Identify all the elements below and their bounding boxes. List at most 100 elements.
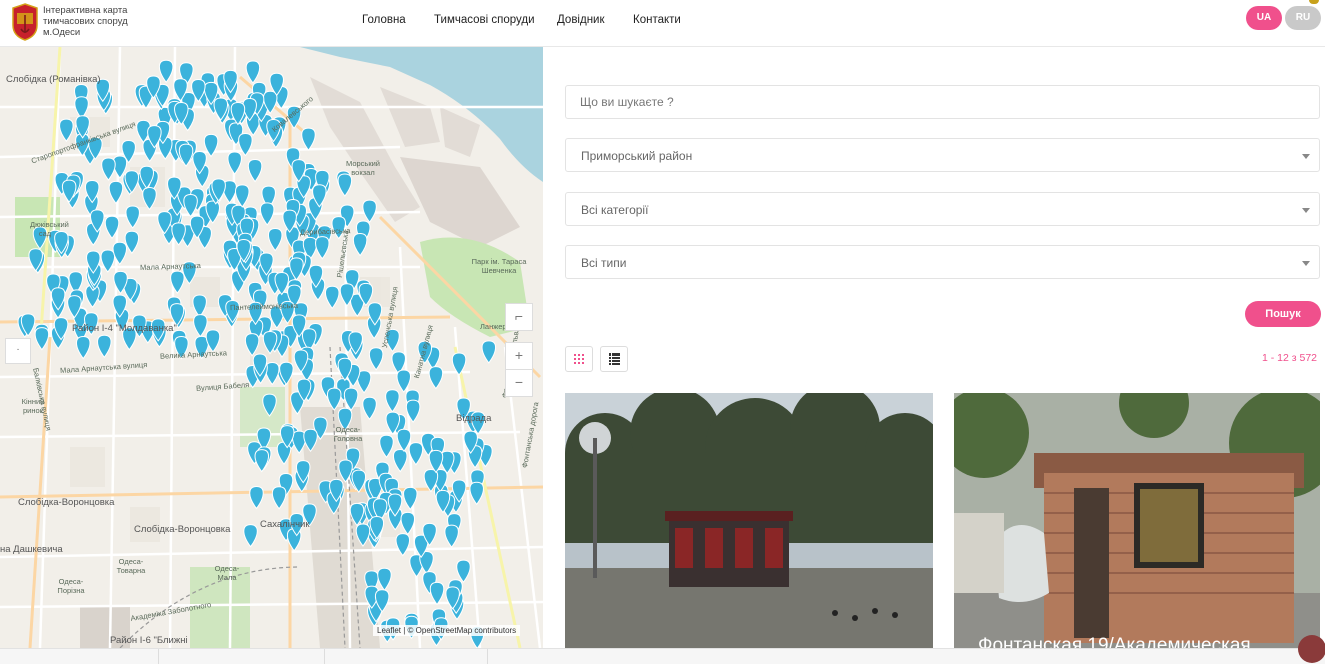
map-marker-pin[interactable] bbox=[337, 173, 353, 197]
map-marker-pin[interactable] bbox=[193, 314, 208, 338]
map-marker-pin[interactable] bbox=[183, 193, 198, 218]
type-select[interactable]: Всі типи bbox=[565, 245, 1320, 279]
map-marker-pin[interactable] bbox=[379, 434, 394, 459]
attribution-text: contributors bbox=[472, 626, 517, 635]
zoom-out-button[interactable]: − bbox=[505, 369, 533, 397]
map-locate-button[interactable]: · bbox=[5, 338, 31, 364]
map-marker-pin[interactable] bbox=[377, 567, 392, 592]
grid-view-button[interactable] bbox=[565, 346, 593, 372]
map-marker-pin[interactable] bbox=[249, 485, 264, 510]
map-marker-pin[interactable] bbox=[203, 133, 219, 158]
leaflet-link[interactable]: Leaflet bbox=[377, 626, 401, 635]
nav-directory[interactable]: Довідник bbox=[557, 14, 605, 26]
map-marker-pin[interactable] bbox=[259, 202, 275, 226]
map-marker-pin[interactable] bbox=[324, 285, 340, 310]
map-label: Одеса-Головна bbox=[333, 425, 363, 443]
search-field[interactable] bbox=[565, 85, 1320, 119]
map-marker-pin[interactable] bbox=[245, 60, 261, 84]
bottom-tab[interactable] bbox=[0, 649, 159, 664]
map-marker-pin[interactable] bbox=[403, 486, 418, 511]
chat-widget-icon[interactable] bbox=[1298, 635, 1325, 663]
lang-ru-button[interactable]: RU bbox=[1285, 6, 1321, 30]
map-marker-pin[interactable] bbox=[97, 334, 112, 359]
chevron-down-icon bbox=[1302, 261, 1310, 266]
list-view-button[interactable] bbox=[600, 346, 628, 372]
map-marker-pin[interactable] bbox=[352, 233, 368, 257]
map-marker-pin[interactable] bbox=[400, 511, 416, 536]
map-marker-pin[interactable] bbox=[100, 249, 116, 273]
map-marker-pin[interactable] bbox=[108, 180, 124, 205]
map-marker-pin[interactable] bbox=[254, 449, 270, 473]
grid-icon bbox=[574, 354, 584, 364]
zoom-in-button[interactable]: + bbox=[505, 342, 533, 370]
map-marker-pin[interactable] bbox=[76, 336, 91, 360]
map-marker-pin[interactable] bbox=[396, 428, 412, 453]
nav-contacts[interactable]: Контакти bbox=[633, 14, 681, 26]
osm-link[interactable]: OpenStreetMap bbox=[416, 626, 472, 635]
map-marker-pin[interactable] bbox=[158, 59, 174, 84]
map-label: Слобідка-Воронцовка bbox=[18, 497, 115, 508]
type-select-value: Всі типи bbox=[581, 256, 627, 270]
map[interactable]: Слобідка (Романівка) Район І-4 "Молдаван… bbox=[0, 47, 543, 648]
search-button[interactable]: Пошук bbox=[1245, 301, 1321, 327]
map-marker-pin[interactable] bbox=[326, 387, 342, 411]
bottom-tab[interactable] bbox=[159, 649, 325, 664]
map-marker-pin[interactable] bbox=[396, 369, 411, 393]
map-marker-pin[interactable] bbox=[124, 230, 140, 255]
map-marker-pin[interactable] bbox=[235, 184, 250, 208]
search-input[interactable] bbox=[566, 86, 1294, 118]
map-marker-pin[interactable] bbox=[301, 127, 316, 152]
map-marker-pin[interactable] bbox=[428, 366, 444, 390]
map-label: Морський вокзал bbox=[346, 159, 380, 177]
results-count: 1 - 12 з 572 bbox=[1262, 352, 1318, 364]
map-marker-pin[interactable] bbox=[362, 396, 377, 421]
map-marker-pin[interactable] bbox=[362, 199, 377, 224]
map-marker-pin[interactable] bbox=[267, 228, 283, 252]
map-label: Район І-6 "Ближні bbox=[110, 635, 188, 646]
result-card[interactable] bbox=[565, 393, 933, 649]
map-label: Одеса-Товарна bbox=[116, 557, 146, 575]
map-marker-pin[interactable] bbox=[315, 236, 330, 260]
nav-home[interactable]: Головна bbox=[362, 14, 406, 26]
map-marker-pin[interactable] bbox=[227, 151, 242, 175]
map-marker-pin[interactable] bbox=[178, 143, 194, 167]
map-marker-pin[interactable] bbox=[385, 389, 400, 413]
map-marker-pin[interactable] bbox=[456, 559, 471, 583]
district-select-value: Приморський район bbox=[581, 149, 693, 163]
map-label: Слобідка (Романівка) bbox=[6, 74, 101, 85]
header: Інтерактивна карта тимчасових споруд м.О… bbox=[0, 0, 1325, 47]
map-marker-pin[interactable] bbox=[238, 133, 253, 157]
category-select-value: Всі категорії bbox=[581, 203, 649, 217]
map-marker-pin[interactable] bbox=[444, 524, 459, 548]
district-select[interactable]: Приморський район bbox=[565, 138, 1320, 172]
kiosk-photo bbox=[954, 393, 1320, 649]
site-title[interactable]: Інтерактивна карта тимчасових споруд м.О… bbox=[43, 5, 153, 38]
bottom-tab[interactable] bbox=[325, 649, 488, 664]
category-select[interactable]: Всі категорії bbox=[565, 192, 1320, 226]
map-marker-pin[interactable] bbox=[192, 294, 207, 318]
fullscreen-button[interactable]: ⌐ bbox=[505, 303, 533, 331]
map-marker-pin[interactable] bbox=[469, 481, 484, 506]
site-title-line: м.Одеси bbox=[43, 27, 81, 38]
map-label: Район І-4 "Молдаванка" bbox=[72, 323, 177, 334]
map-marker-pin[interactable] bbox=[112, 241, 128, 266]
map-marker-pin[interactable] bbox=[243, 524, 258, 548]
map-marker-pin[interactable] bbox=[247, 159, 263, 183]
crown-icon bbox=[1309, 0, 1319, 4]
map-label: Одеса-Мала bbox=[214, 564, 240, 582]
nav-temporary-structures[interactable]: Тимчасові споруди bbox=[434, 14, 535, 26]
map-marker-pin[interactable] bbox=[429, 581, 445, 606]
lang-ua-button[interactable]: UA bbox=[1246, 6, 1282, 30]
map-marker-pin[interactable] bbox=[395, 533, 411, 557]
odesa-coat-of-arms-icon[interactable] bbox=[12, 3, 38, 41]
result-card[interactable]: Фонтанская 19/Академическая bbox=[954, 393, 1320, 649]
map-marker-pin[interactable] bbox=[481, 340, 497, 364]
list-icon bbox=[609, 353, 620, 365]
map-marker-pin[interactable] bbox=[271, 486, 287, 510]
map-marker-pin[interactable] bbox=[368, 347, 384, 371]
site-title-line: Інтерактивна карта bbox=[43, 5, 128, 16]
map-marker-pin[interactable] bbox=[101, 157, 116, 181]
map-marker-pin[interactable] bbox=[392, 449, 408, 473]
map-marker-pin[interactable] bbox=[34, 327, 50, 351]
map-marker-pin[interactable] bbox=[125, 205, 140, 229]
